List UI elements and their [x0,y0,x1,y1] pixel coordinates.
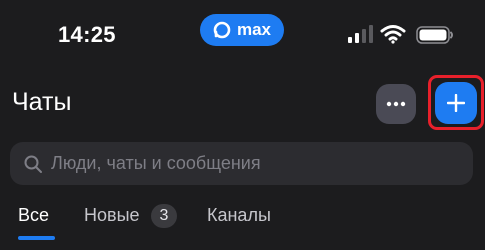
page-title: Чаты [12,88,72,116]
cellular-signal-icon [348,25,373,43]
more-options-button[interactable] [376,84,416,124]
new-count-badge: 3 [151,204,177,228]
tab-all[interactable]: Все [18,205,49,226]
search-icon [24,155,42,173]
battery-icon [416,26,453,44]
more-horizontal-icon [386,101,406,107]
plus-icon [447,94,465,112]
chats-screen: 14:25 max Чаты Люди, чаты и сообщения Вс… [0,0,485,250]
search-input[interactable] [51,142,473,185]
status-time: 14:25 [58,22,116,47]
active-tab-indicator [18,236,55,240]
search-bar[interactable] [10,142,473,185]
tab-new[interactable]: Новые [84,205,140,226]
wifi-icon [380,25,406,44]
max-logo-icon [213,21,231,39]
app-pill-label: max [236,20,272,39]
new-chat-button[interactable] [435,82,477,124]
app-pill[interactable]: max [200,14,284,46]
tab-channels[interactable]: Каналы [207,205,271,226]
